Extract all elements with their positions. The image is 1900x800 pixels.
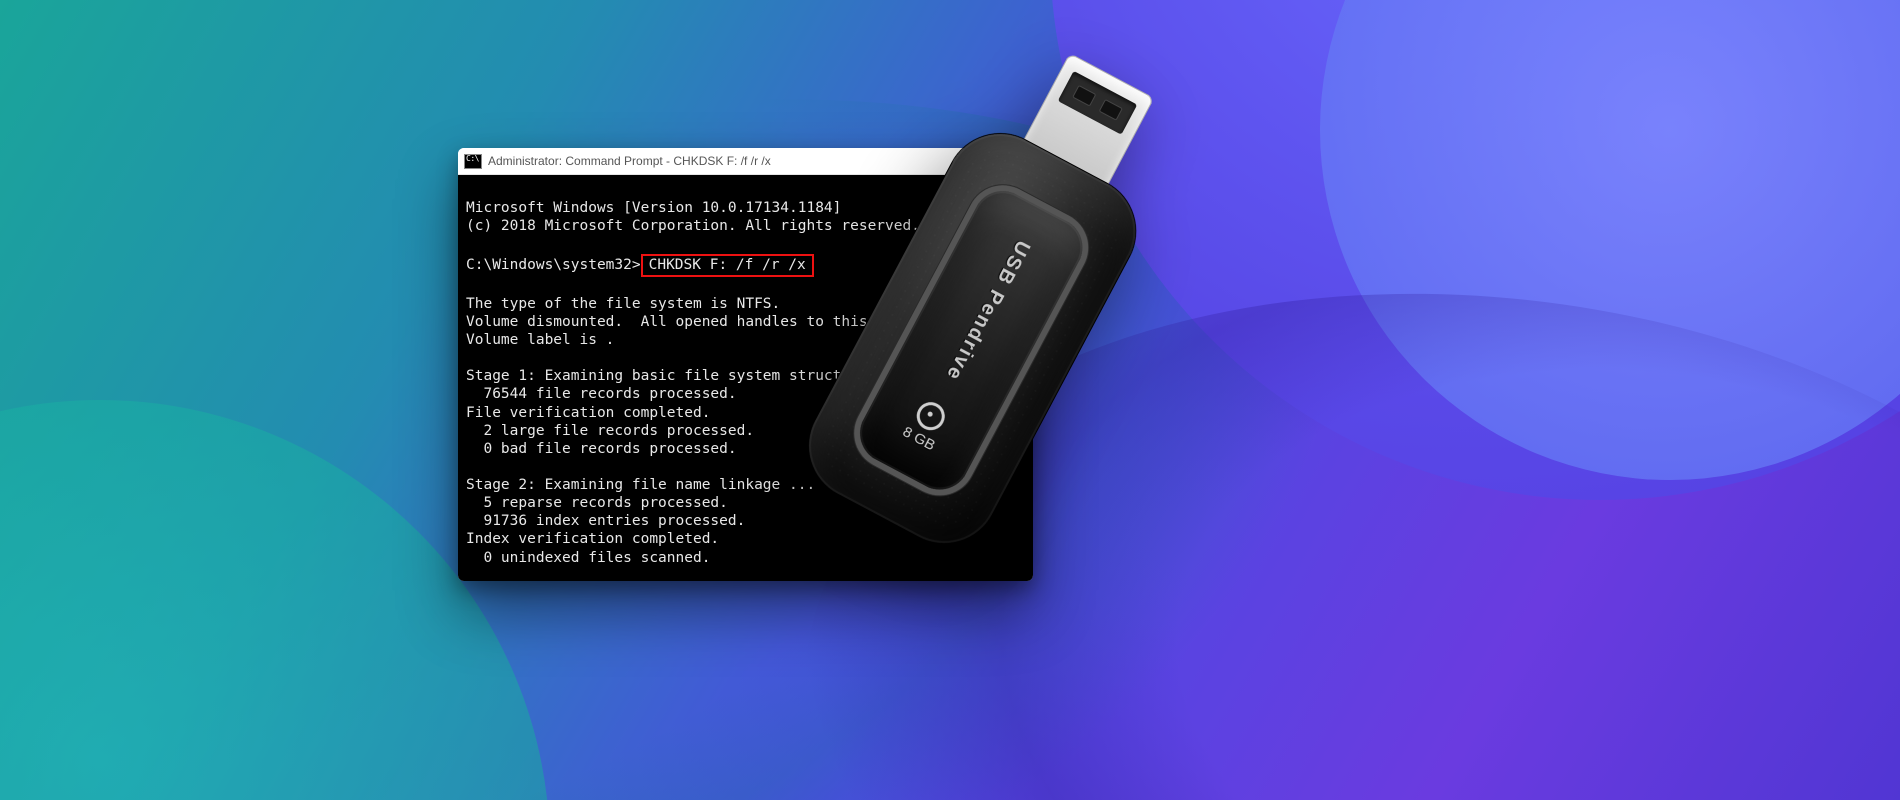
terminal-line: 76544 file records processed.	[466, 386, 737, 402]
terminal-prompt: C:\Windows\system32>	[466, 257, 641, 273]
terminal-line: 91736 index entries processed.	[466, 513, 745, 529]
terminal-line: (c) 2018 Microsoft Corporation. All righ…	[466, 218, 920, 234]
terminal-line: Volume label is .	[466, 332, 614, 348]
terminal-line: 0 unindexed files scanned.	[466, 550, 710, 566]
terminal-line: Microsoft Windows [Version 10.0.17134.11…	[466, 200, 841, 216]
terminal-line: Stage 2: Examining file name linkage ...	[466, 477, 815, 493]
highlighted-command: CHKDSK F: /f /r /x	[641, 254, 814, 277]
terminal-line: 2 large file records processed.	[466, 423, 754, 439]
terminal-line: Index verification completed.	[466, 531, 719, 547]
terminal-line: The type of the file system is NTFS.	[466, 296, 780, 312]
terminal-line: File verification completed.	[466, 405, 710, 421]
terminal-line: 0 bad file records processed.	[466, 441, 737, 457]
cmd-icon	[464, 154, 482, 169]
window-title: Administrator: Command Prompt - CHKDSK F…	[488, 154, 771, 168]
terminal-line: 5 reparse records processed.	[466, 495, 728, 511]
